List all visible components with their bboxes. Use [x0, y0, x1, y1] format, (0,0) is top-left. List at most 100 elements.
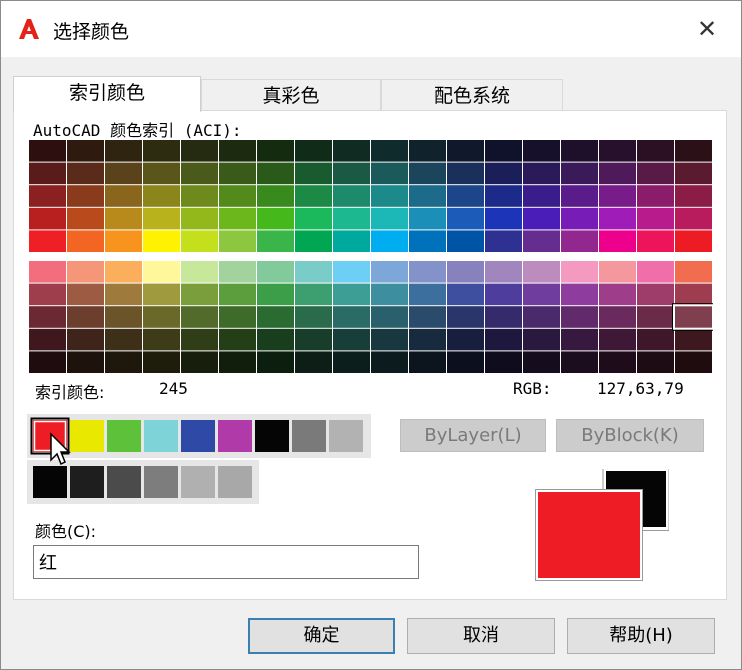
aci-lower-cell[interactable]	[219, 283, 256, 306]
aci-upper-cell[interactable]	[333, 185, 370, 207]
aci-upper-cell[interactable]	[105, 140, 142, 162]
aci-upper-cell[interactable]	[561, 207, 598, 230]
aci-lower-cell[interactable]	[599, 328, 636, 351]
aci-upper-cell[interactable]	[295, 230, 332, 252]
aci-lower-cell[interactable]	[67, 351, 104, 373]
aci-lower-cell[interactable]	[561, 283, 598, 306]
aci-upper-cell[interactable]	[371, 207, 408, 230]
aci-lower-cell[interactable]	[29, 351, 66, 373]
aci-upper-cell[interactable]	[675, 207, 712, 230]
ok-button[interactable]: 确定	[248, 618, 395, 654]
aci-lower-cell[interactable]	[637, 261, 674, 283]
aci-upper-cell[interactable]	[143, 207, 180, 230]
aci-upper-cell[interactable]	[637, 185, 674, 207]
aci-lower-cell[interactable]	[67, 283, 104, 306]
aci-lower-cell[interactable]	[105, 328, 142, 351]
aci-lower-cell[interactable]	[257, 306, 294, 328]
aci-upper-cell[interactable]	[181, 230, 218, 252]
aci-upper-cell[interactable]	[257, 185, 294, 207]
aci-upper-cell[interactable]	[219, 207, 256, 230]
aci-lower-cell[interactable]	[523, 283, 560, 306]
aci-upper-cell[interactable]	[485, 207, 522, 230]
aci-upper-cell[interactable]	[333, 140, 370, 162]
aci-lower-cell[interactable]	[219, 261, 256, 283]
aci-upper-cell[interactable]	[143, 230, 180, 252]
aci-upper-cell[interactable]	[29, 185, 66, 207]
aci-lower-cell[interactable]	[485, 328, 522, 351]
tab-true-color[interactable]: 真彩色	[201, 79, 381, 113]
aci-lower-cell[interactable]	[143, 328, 180, 351]
aci-lower-cell[interactable]	[637, 306, 674, 328]
aci-lower-cell[interactable]	[485, 351, 522, 373]
aci-upper-cell[interactable]	[333, 230, 370, 252]
tab-index-color[interactable]: 索引颜色	[13, 76, 201, 112]
aci-lower-cell[interactable]	[409, 283, 446, 306]
aci-lower-cell[interactable]	[371, 351, 408, 373]
aci-lower-cell[interactable]	[371, 261, 408, 283]
aci-lower-cell[interactable]	[333, 328, 370, 351]
aci-lower-cell[interactable]	[67, 261, 104, 283]
aci-lower-cell[interactable]	[485, 306, 522, 328]
aci-lower-cell[interactable]	[675, 283, 712, 306]
standard-color-swatch[interactable]	[329, 420, 363, 452]
aci-upper-cell[interactable]	[523, 230, 560, 252]
aci-upper-cell[interactable]	[295, 162, 332, 185]
aci-lower-cell[interactable]	[599, 306, 636, 328]
aci-upper-cell[interactable]	[67, 185, 104, 207]
aci-lower-cell[interactable]	[561, 306, 598, 328]
aci-upper-cell[interactable]	[181, 207, 218, 230]
aci-upper-cell[interactable]	[561, 230, 598, 252]
aci-lower-cell[interactable]	[67, 328, 104, 351]
aci-upper-cell[interactable]	[29, 230, 66, 252]
aci-upper-cell[interactable]	[257, 207, 294, 230]
aci-lower-cell[interactable]	[105, 306, 142, 328]
aci-lower-cell[interactable]	[143, 351, 180, 373]
aci-upper-cell[interactable]	[599, 140, 636, 162]
aci-lower-cell[interactable]	[599, 351, 636, 373]
aci-lower-cell[interactable]	[29, 328, 66, 351]
aci-lower-cell[interactable]	[637, 351, 674, 373]
color-name-field[interactable]: 红	[33, 545, 419, 579]
aci-lower-cell[interactable]	[371, 283, 408, 306]
aci-lower-cell[interactable]	[447, 328, 484, 351]
standard-color-swatch[interactable]	[218, 420, 252, 452]
aci-upper-cell[interactable]	[181, 140, 218, 162]
standard-color-swatch[interactable]	[144, 420, 178, 452]
aci-upper-cell[interactable]	[143, 140, 180, 162]
aci-upper-cell[interactable]	[599, 207, 636, 230]
aci-upper-cell[interactable]	[409, 185, 446, 207]
aci-lower-cell[interactable]	[333, 261, 370, 283]
standard-color-swatch[interactable]	[107, 420, 141, 452]
aci-lower-cell[interactable]	[675, 351, 712, 373]
byblock-button[interactable]: ByBlock(K)	[556, 419, 704, 452]
aci-lower-cell[interactable]	[371, 306, 408, 328]
aci-upper-cell[interactable]	[219, 185, 256, 207]
tab-color-books[interactable]: 配色系统	[381, 79, 563, 113]
aci-lower-cell[interactable]	[181, 306, 218, 328]
aci-upper-cell[interactable]	[257, 230, 294, 252]
gray-color-swatch[interactable]	[107, 466, 141, 498]
aci-lower-cell[interactable]	[295, 351, 332, 373]
aci-upper-cell[interactable]	[181, 185, 218, 207]
aci-upper-cell[interactable]	[523, 185, 560, 207]
aci-lower-cell[interactable]	[143, 261, 180, 283]
standard-color-swatches[interactable]	[27, 414, 371, 458]
aci-upper-cell[interactable]	[637, 207, 674, 230]
aci-lower-cell[interactable]	[409, 328, 446, 351]
close-icon[interactable]: ✕	[689, 13, 725, 45]
aci-upper-cell[interactable]	[105, 230, 142, 252]
standard-color-swatch[interactable]	[181, 420, 215, 452]
aci-upper-cell[interactable]	[105, 162, 142, 185]
gray-color-swatch[interactable]	[181, 466, 215, 498]
aci-lower-cell[interactable]	[29, 306, 66, 328]
standard-color-swatch[interactable]	[70, 420, 104, 452]
aci-lower-cell[interactable]	[257, 283, 294, 306]
aci-upper-cell[interactable]	[447, 140, 484, 162]
aci-upper-cell[interactable]	[637, 230, 674, 252]
aci-lower-cell[interactable]	[105, 261, 142, 283]
aci-upper-cell[interactable]	[219, 162, 256, 185]
aci-lower-cell[interactable]	[67, 306, 104, 328]
aci-upper-cell[interactable]	[561, 140, 598, 162]
aci-upper-cell[interactable]	[371, 140, 408, 162]
aci-upper-cell[interactable]	[637, 140, 674, 162]
